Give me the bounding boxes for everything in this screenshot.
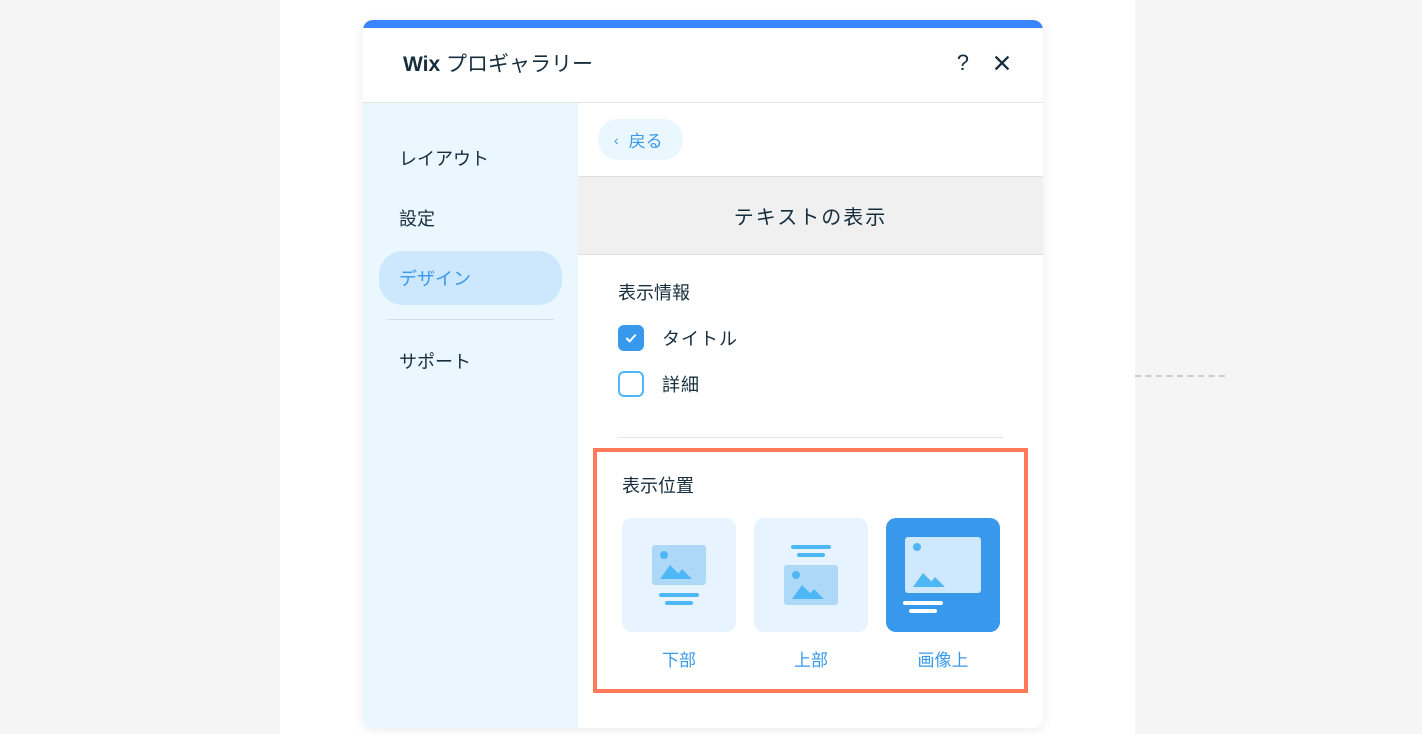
sidebar-divider xyxy=(387,319,554,320)
panel-title: Wix プロギャラリー xyxy=(403,48,593,78)
position-label-below: 下部 xyxy=(662,646,696,671)
panel-accent-bar xyxy=(363,20,1043,28)
section-title: テキストの表示 xyxy=(578,176,1043,255)
divider xyxy=(618,437,1003,438)
checkbox-label: 詳細 xyxy=(662,371,700,397)
sidebar-item-settings[interactable]: 設定 xyxy=(379,191,562,245)
help-icon[interactable]: ? xyxy=(957,50,969,76)
checkbox-checked-icon xyxy=(618,325,644,351)
selection-guide xyxy=(1135,375,1225,377)
back-row: ‹ 戻る xyxy=(578,103,1043,176)
position-label-above: 上部 xyxy=(794,646,828,671)
checkbox-details[interactable]: 詳細 xyxy=(618,371,1003,397)
checkbox-unchecked-icon xyxy=(618,371,644,397)
chevron-left-icon: ‹ xyxy=(614,132,619,148)
display-info-label: 表示情報 xyxy=(618,279,1003,305)
checkbox-label: タイトル xyxy=(662,325,738,351)
back-button[interactable]: ‹ 戻る xyxy=(598,119,683,160)
text-lines-icon xyxy=(903,601,943,613)
settings-panel: Wix プロギャラリー ? レイアウト 設定 デザイン サポート ‹ xyxy=(363,20,1043,728)
position-options: 下部 xyxy=(622,518,999,671)
text-lines-icon xyxy=(791,545,831,557)
app-background: Wix プロギャラリー ? レイアウト 設定 デザイン サポート ‹ xyxy=(280,0,1135,734)
close-icon[interactable] xyxy=(991,52,1013,74)
position-option-above-wrap: 上部 xyxy=(754,518,868,671)
sidebar: レイアウト 設定 デザイン サポート xyxy=(363,103,578,728)
sidebar-item-design[interactable]: デザイン xyxy=(379,251,562,305)
sidebar-item-support[interactable]: サポート xyxy=(379,334,562,388)
panel-body: レイアウト 設定 デザイン サポート ‹ 戻る テキストの表示 表示情報 xyxy=(363,103,1043,728)
position-option-overlay[interactable] xyxy=(886,518,1000,632)
position-option-above[interactable] xyxy=(754,518,868,632)
checkbox-title[interactable]: タイトル xyxy=(618,325,1003,351)
image-thumbnail-icon xyxy=(784,565,838,605)
position-option-below-wrap: 下部 xyxy=(622,518,736,671)
main-content: ‹ 戻る テキストの表示 表示情報 タイトル 詳細 xyxy=(578,103,1043,728)
position-label-overlay: 画像上 xyxy=(918,646,969,671)
image-thumbnail-icon xyxy=(905,537,981,593)
header-actions: ? xyxy=(957,50,1013,76)
image-thumbnail-icon xyxy=(652,545,706,585)
panel-header: Wix プロギャラリー ? xyxy=(363,28,1043,103)
back-label: 戻る xyxy=(629,127,663,152)
text-lines-icon xyxy=(659,593,699,605)
highlighted-position-section: 表示位置 xyxy=(593,448,1028,693)
position-option-overlay-wrap: 画像上 xyxy=(886,518,1000,671)
position-label: 表示位置 xyxy=(622,472,999,498)
position-option-below[interactable] xyxy=(622,518,736,632)
display-info-section: 表示情報 タイトル 詳細 xyxy=(578,255,1043,427)
sidebar-item-layout[interactable]: レイアウト xyxy=(379,131,562,185)
